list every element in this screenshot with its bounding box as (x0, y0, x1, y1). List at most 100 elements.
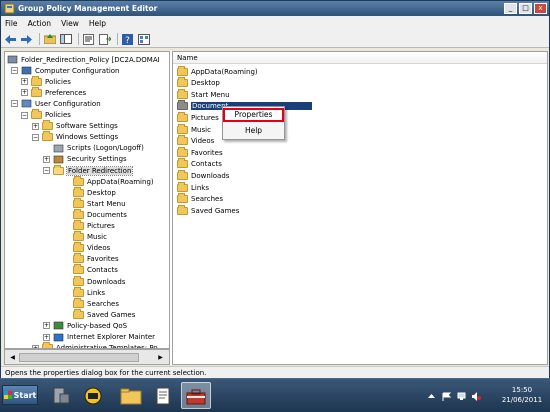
context-menu-help[interactable]: Help (225, 124, 282, 137)
view-toggle-button[interactable] (137, 33, 150, 46)
tree-item[interactable]: + Policy-based QoS (43, 320, 127, 331)
tree-item[interactable]: Start Menu (73, 197, 126, 209)
tree-item[interactable]: Scripts (Logon/Logoff) (53, 143, 144, 154)
tree-item[interactable]: Searches (73, 297, 119, 309)
show-hide-tree-button[interactable] (59, 33, 72, 46)
tree-item[interactable]: Desktop (73, 186, 116, 198)
tree-item[interactable]: Documents (73, 208, 127, 220)
list-item[interactable]: Videos (177, 135, 214, 147)
tree-item[interactable]: Favorites (73, 253, 119, 265)
minimize-button[interactable]: _ (504, 3, 517, 14)
network-icon[interactable] (457, 392, 466, 401)
tree-item[interactable]: Videos (73, 242, 110, 254)
taskbar-powershell[interactable] (78, 382, 108, 409)
folder-icon (73, 253, 84, 264)
tree-item[interactable]: Folder_Redirection_Policy [DC2A.DOMAI (7, 54, 160, 65)
toolbar-separator (78, 33, 79, 45)
tree-item[interactable]: + Internet Explorer Mainter (43, 332, 155, 343)
tree-item[interactable]: Pictures (73, 220, 115, 232)
properties-toolbar-button[interactable] (82, 33, 95, 46)
collapse-icon[interactable]: − (21, 111, 28, 119)
status-bar: Opens the properties dialog box for the … (1, 366, 549, 378)
list-item[interactable]: AppData(Roaming) (177, 65, 258, 77)
list-item[interactable]: Contacts (177, 158, 222, 170)
maximize-button[interactable]: □ (519, 3, 532, 14)
action-center-flag-icon[interactable] (442, 392, 451, 401)
back-button[interactable] (4, 33, 17, 46)
tree-item[interactable]: Saved Games (73, 308, 136, 320)
folder-icon (73, 220, 84, 230)
tree-item[interactable]: Music (73, 231, 107, 243)
menu-action[interactable]: Action (28, 19, 52, 28)
tree-item[interactable]: − Policies (21, 109, 71, 121)
taskbar-gpme[interactable] (181, 382, 211, 409)
list-item-label: AppData(Roaming) (191, 67, 258, 76)
details-pane: Name AppData(Roaming) Desktop Start Menu Do… (172, 51, 548, 365)
tree-item[interactable]: − User Configuration (11, 98, 101, 109)
menu-help[interactable]: Help (89, 19, 106, 28)
folder-icon (73, 275, 84, 286)
tree-item[interactable]: Downloads (73, 275, 126, 287)
tray-expand-icon[interactable] (427, 392, 436, 401)
user-icon (21, 100, 32, 108)
collapse-icon[interactable]: − (11, 67, 18, 75)
collapse-icon[interactable]: − (43, 167, 50, 174)
expand-icon[interactable]: + (43, 333, 50, 341)
clock-date: 21/06/2011 (501, 396, 543, 404)
tree-item-label: Saved Games (87, 310, 136, 319)
list-item[interactable]: Start Menu (177, 88, 230, 100)
list-item-label: Searches (191, 195, 224, 204)
ie-icon (53, 333, 64, 341)
list-item[interactable]: Pictures (177, 111, 219, 123)
list-item[interactable]: Searches (177, 193, 224, 205)
tree-item-label: Policies (45, 111, 71, 119)
forward-button[interactable] (20, 33, 33, 46)
tree-item-label: Downloads (87, 277, 126, 286)
menu-file[interactable]: File (5, 19, 18, 28)
scroll-thumb[interactable] (19, 353, 139, 362)
scroll-left-icon[interactable]: ◀ (7, 352, 18, 363)
tree-item[interactable]: + Security Settings (43, 154, 127, 165)
tree-item[interactable]: − Computer Configuration (11, 65, 120, 76)
tree-item[interactable]: + Policies (21, 75, 71, 87)
folder-icon (177, 77, 188, 88)
tree-item[interactable]: AppData(Roaming) (73, 175, 154, 187)
list-item[interactable]: Downloads (177, 169, 229, 181)
menu-view[interactable]: View (61, 19, 79, 28)
expand-icon[interactable]: + (43, 322, 50, 330)
list-item[interactable]: Music (177, 123, 211, 135)
expand-icon[interactable]: + (21, 89, 28, 97)
tree-item[interactable]: Links (73, 286, 105, 298)
tree-item-label: Preferences (45, 88, 87, 97)
up-one-level-button[interactable] (43, 33, 56, 46)
tree-item[interactable]: + Preferences (21, 86, 87, 98)
back-arrow-icon (5, 34, 16, 44)
tree-item[interactable]: − Windows Settings (32, 131, 118, 143)
start-button[interactable]: Start (2, 385, 38, 405)
tree-item[interactable]: − Folder Redirection (43, 164, 134, 176)
list-item[interactable]: Desktop (177, 77, 220, 89)
system-clock[interactable]: 15:50 21/06/2011 (497, 385, 547, 405)
collapse-icon[interactable]: − (32, 133, 39, 141)
taskbar-server-manager[interactable] (46, 382, 76, 409)
list-item[interactable]: Links (177, 181, 209, 193)
tree-item[interactable]: Contacts (73, 264, 118, 276)
close-button[interactable]: x (534, 3, 547, 14)
collapse-icon[interactable]: − (11, 100, 18, 108)
context-menu-properties[interactable]: Properties (223, 108, 284, 122)
expand-icon[interactable]: + (43, 155, 50, 163)
list-item[interactable]: Favorites (177, 146, 223, 158)
volume-muted-icon[interactable] (472, 392, 481, 401)
tree-item[interactable]: + Software Settings (32, 120, 118, 132)
expand-icon[interactable]: + (32, 122, 39, 130)
scroll-right-icon[interactable]: ▶ (155, 352, 166, 363)
list-item[interactable]: Saved Games (177, 204, 239, 216)
expand-icon[interactable]: + (21, 78, 28, 86)
help-toolbar-button[interactable]: ? (121, 33, 134, 46)
taskbar-notepad[interactable] (148, 382, 178, 409)
taskbar-explorer[interactable] (116, 382, 146, 409)
export-list-button[interactable] (98, 33, 111, 46)
tree-horizontal-scrollbar[interactable]: ◀ ▶ (4, 349, 170, 365)
tree-item-label: Folder_Redirection_Policy [DC2A.DOMAI (21, 55, 160, 64)
column-header-name[interactable]: Name (173, 52, 547, 64)
